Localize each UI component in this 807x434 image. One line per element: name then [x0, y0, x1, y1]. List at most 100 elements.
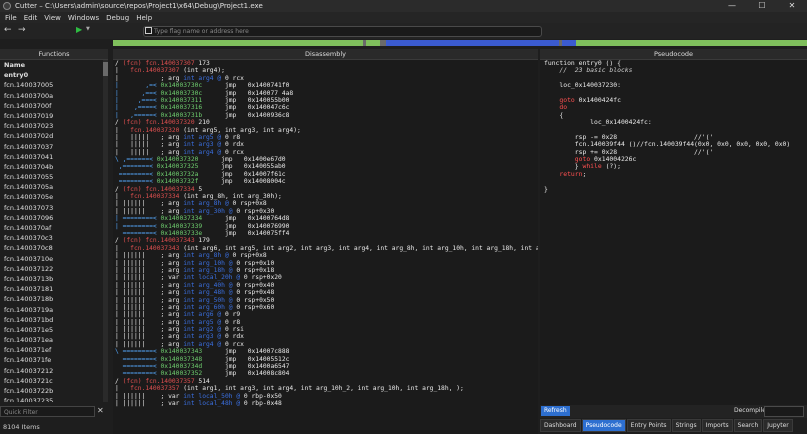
function-item[interactable]: fcn.140037041 — [0, 152, 108, 162]
disasm-line[interactable]: \ ,======< 0x140037320 jmp 0x1400e67d0 — [113, 156, 538, 163]
disasm-line[interactable]: | ||||| ; arg int arg5 @ 0 r8 — [113, 134, 538, 141]
function-item[interactable]: fcn.14003718b — [0, 294, 108, 304]
disasm-line[interactable]: ========< 0x14003733e jmp 0x140075ff4 — [113, 230, 538, 237]
function-item[interactable]: fcn.140037037 — [0, 142, 108, 152]
address-map-bar[interactable] — [113, 40, 807, 46]
disasm-line[interactable]: | fcn.140037320 (int arg5, int arg3, int… — [113, 127, 538, 134]
function-item[interactable]: fcn.140037235 — [0, 396, 108, 402]
disasm-line[interactable]: | fcn.140037357 (int arg1, int arg3, int… — [113, 385, 538, 392]
disasm-line[interactable]: | |||||| ; arg int arg_8h @ 0 rsp+0x8 — [113, 252, 538, 259]
function-item[interactable]: fcn.14003705e — [0, 192, 108, 202]
function-item[interactable]: fcn.140037073 — [0, 203, 108, 213]
back-arrow-icon[interactable]: ← — [4, 25, 12, 35]
disasm-line[interactable]: | ,=< 0x14003730c jmp 0x1400741f0 — [113, 82, 538, 89]
function-item[interactable]: fcn.1400371e5 — [0, 325, 108, 335]
pseudocode-line[interactable]: } — [540, 185, 807, 193]
chevron-down-icon[interactable]: ▼ — [86, 26, 90, 32]
function-item[interactable]: fcn.1400370af — [0, 223, 108, 233]
disasm-line[interactable]: | |||||| ; arg int arg_40h @ 0 rsp+0x40 — [113, 282, 538, 289]
function-item[interactable]: fcn.140037096 — [0, 213, 108, 223]
disasm-line[interactable]: | |||||| ; arg int arg_30h @ 0 rsp+0x30 — [113, 208, 538, 215]
tab-pseudocode[interactable]: Pseudocode — [581, 419, 626, 432]
quick-filter-input[interactable]: Quick Filter — [0, 406, 95, 417]
function-item[interactable]: fcn.14003705a — [0, 182, 108, 192]
tab-strings[interactable]: Strings — [671, 419, 701, 432]
function-item[interactable]: fcn.14003710e — [0, 254, 108, 264]
pseudocode-view[interactable]: function entry0 () { // 23 basic blocks … — [540, 60, 807, 405]
disasm-line[interactable]: ========< 0x14003732f jmp 0x14008004c — [113, 178, 538, 185]
disasm-line[interactable]: ========< 0x140037352 jmp 0x14008c804 — [113, 370, 538, 377]
disasm-line[interactable]: / (fcn) fcn.140037334 5 — [113, 186, 538, 193]
disasm-line[interactable]: | |||||| ; arg int arg_50h @ 0 rsp+0x50 — [113, 297, 538, 304]
disasm-line[interactable]: | ========< 0x140037334 jmp 0x1400764d8 — [113, 215, 538, 222]
disasm-line[interactable]: ,=======< 0x140037325 jmp 0x140055ab0 — [113, 163, 538, 170]
maximize-button[interactable]: ☐ — [747, 0, 777, 12]
clear-filter-icon[interactable]: ✕ — [97, 406, 104, 415]
function-item[interactable]: fcn.1400371ef — [0, 345, 108, 355]
function-item[interactable]: fcn.1400370c3 — [0, 233, 108, 243]
disasm-line[interactable]: | |||||| ; arg int arg4 @ 0 rcx — [113, 341, 538, 348]
pseudocode-line[interactable]: // 23 basic blocks — [540, 67, 807, 74]
disasm-line[interactable]: | |||||| ; var int local_50h @ 0 rbp-0x5… — [113, 393, 538, 400]
disasm-line[interactable]: ========< 0x14003734d jmp 0x1400a6547 — [113, 363, 538, 370]
pseudocode-line[interactable]: loc_0x140037230: — [540, 81, 807, 89]
menu-edit[interactable]: Edit — [24, 14, 38, 22]
disasm-line[interactable]: | |||||| ; var int local_20h @ 0 rsp+0x2… — [113, 274, 538, 281]
function-item[interactable]: fcn.14003722b — [0, 386, 108, 396]
menu-view[interactable]: View — [44, 14, 61, 22]
pseudocode-line[interactable]: return; — [540, 170, 807, 178]
disasm-line[interactable]: | fcn.140037343 (int arg6, int arg5, int… — [113, 245, 538, 252]
disasm-line[interactable]: | ,====< 0x140037316 jmp 0x140047c6c — [113, 104, 538, 111]
function-item[interactable]: fcn.14003700f — [0, 101, 108, 111]
disasm-line[interactable]: | ||||| ; arg int arg4 @ 0 rcx — [113, 149, 538, 156]
tab-dashboard[interactable]: Dashboard — [540, 419, 581, 432]
function-item-entry0[interactable]: entry0 — [0, 70, 108, 80]
disasm-line[interactable]: | ||||| ; arg int arg3 @ 0 rdx — [113, 141, 538, 148]
function-item[interactable]: fcn.140037212 — [0, 366, 108, 376]
disasm-line[interactable]: | |||||| ; arg int arg6 @ 0 r9 — [113, 311, 538, 318]
function-item[interactable]: fcn.140037181 — [0, 284, 108, 294]
disasm-line[interactable]: | fcn.140037334 (int arg_8h, int arg_30h… — [113, 193, 538, 200]
disasm-line[interactable]: | |||||| ; arg int arg5 @ 0 r8 — [113, 319, 538, 326]
pseudocode-line[interactable]: loc_0x1400424fc: — [540, 118, 807, 126]
close-button[interactable]: ✕ — [777, 0, 807, 12]
disasm-line[interactable]: / (fcn) fcn.140037320 210 — [113, 119, 538, 126]
disasm-line[interactable]: / (fcn) fcn.140037343 179 — [113, 237, 538, 244]
function-item[interactable]: fcn.14003721c — [0, 376, 108, 386]
function-item[interactable]: fcn.14003700a — [0, 91, 108, 101]
tab-imports[interactable]: Imports — [701, 419, 733, 432]
function-item[interactable]: fcn.1400371ea — [0, 335, 108, 345]
function-item[interactable]: fcn.1400371bd — [0, 315, 108, 325]
function-item[interactable]: fcn.140037005 — [0, 80, 108, 90]
function-item[interactable]: fcn.14003702d — [0, 131, 108, 141]
disasm-line[interactable]: | fcn.140037307 (int arg4); — [113, 67, 538, 74]
function-item[interactable]: fcn.14003704b — [0, 162, 108, 172]
disasm-line[interactable]: | |||||| ; arg int arg2 @ 0 rsi — [113, 326, 538, 333]
functions-column-header[interactable]: Name — [0, 60, 108, 70]
function-item[interactable]: fcn.1400370c8 — [0, 243, 108, 253]
disasm-line[interactable]: | |||||| ; arg int arg_48h @ 0 rsp+0x48 — [113, 289, 538, 296]
function-item[interactable]: fcn.14003713b — [0, 274, 108, 284]
tab-search[interactable]: Search — [733, 419, 763, 432]
disasm-line[interactable]: | ; arg int arg4 @ 0 rcx — [113, 75, 538, 82]
disasm-line[interactable]: | |||||| ; var int local_48h @ 0 rbp-0x4… — [113, 400, 538, 407]
play-icon[interactable]: ▶ — [76, 25, 82, 34]
menu-debug[interactable]: Debug — [106, 14, 129, 22]
disasm-line[interactable]: \ ========< 0x140037343 jmp 0x14007c888 — [113, 348, 538, 355]
scrollbar-thumb[interactable] — [103, 62, 108, 76]
pseudocode-line[interactable] — [540, 178, 807, 185]
function-item[interactable]: fcn.140037023 — [0, 121, 108, 131]
forward-arrow-icon[interactable]: → — [18, 25, 26, 35]
address-search-input[interactable]: Type flag name or address here — [143, 26, 542, 37]
disasm-line[interactable]: | |||||| ; arg int arg_60h @ 0 rsp+0x60 — [113, 304, 538, 311]
menu-file[interactable]: File — [5, 14, 17, 22]
tab-jupyter[interactable]: Jupyter — [763, 419, 793, 432]
disasm-line[interactable]: | |||||| ; arg int arg_18h @ 0 rsp+0x18 — [113, 267, 538, 274]
menu-windows[interactable]: Windows — [68, 14, 99, 22]
disasm-line[interactable]: | ,===< 0x140037311 jmp 0x140055b00 — [113, 97, 538, 104]
minimize-button[interactable]: — — [717, 0, 747, 12]
disasm-line[interactable]: | |||||| ; arg int arg3 @ 0 rdx — [113, 333, 538, 340]
refresh-button[interactable]: Refresh — [541, 406, 570, 416]
function-item[interactable]: fcn.1400371fe — [0, 355, 108, 365]
disasm-line[interactable]: / (fcn) fcn.140037307 173 — [113, 60, 538, 67]
